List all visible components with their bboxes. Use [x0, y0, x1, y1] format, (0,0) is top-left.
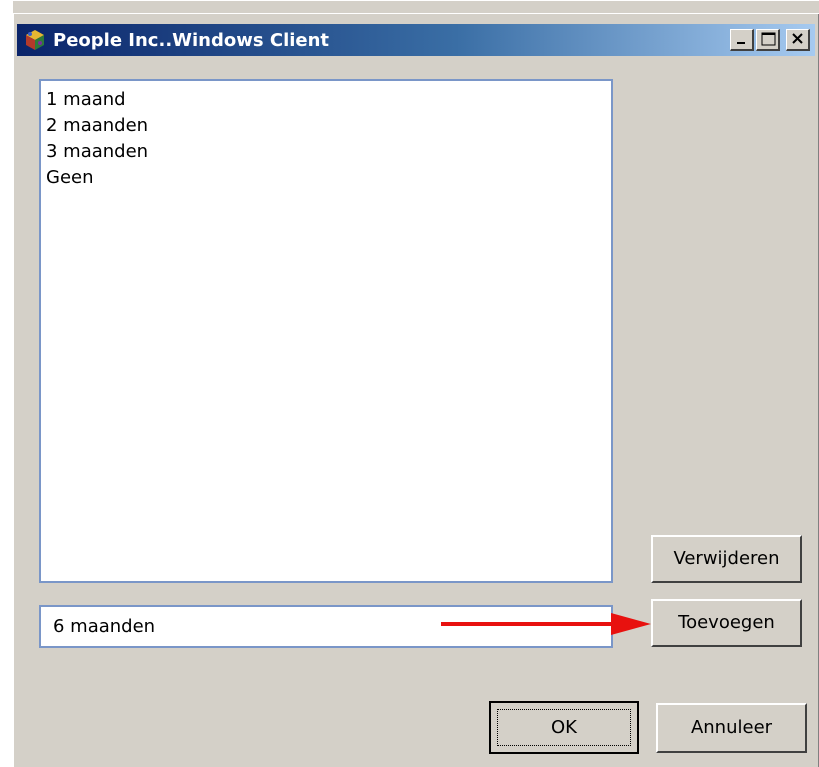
ok-button[interactable]: OK [489, 701, 639, 754]
minimize-button[interactable] [730, 29, 754, 51]
maximize-button[interactable] [756, 29, 780, 51]
ok-button-label: OK [551, 717, 577, 738]
options-listbox[interactable]: 1 maand 2 maanden 3 maanden Geen [39, 79, 613, 583]
close-icon [792, 33, 803, 44]
dialog-window: People Inc..Windows Client 1 maand 2 maa… [13, 13, 819, 767]
title-bar[interactable]: People Inc..Windows Client [17, 24, 815, 56]
red-arrow-icon [441, 613, 651, 635]
cancel-button[interactable]: Annuleer [656, 703, 807, 753]
window-top-edge [13, 0, 819, 13]
list-item[interactable]: 2 maanden [41, 113, 611, 139]
minimize-icon [737, 42, 745, 44]
list-item[interactable]: 1 maand [41, 87, 611, 113]
window-title: People Inc..Windows Client [53, 30, 330, 51]
close-button[interactable] [786, 29, 810, 51]
add-button[interactable]: Toevoegen [651, 599, 802, 647]
app-cube-icon [26, 30, 44, 50]
remove-button[interactable]: Verwijderen [651, 535, 802, 583]
list-item[interactable]: Geen [41, 165, 611, 191]
maximize-icon [761, 32, 776, 46]
list-item[interactable]: 3 maanden [41, 139, 611, 165]
